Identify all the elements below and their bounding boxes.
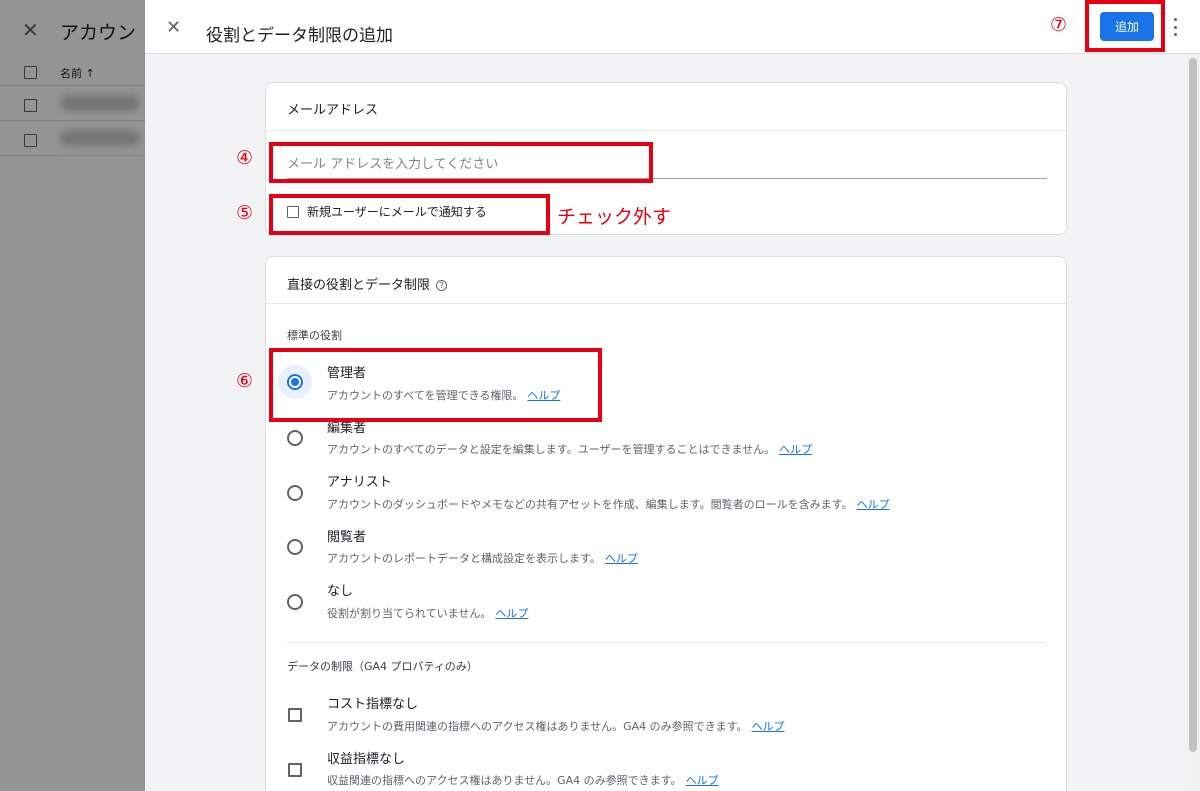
dialog-title: 役割とデータ制限の追加 [206, 26, 393, 46]
help-link[interactable]: ヘルプ [752, 720, 785, 733]
role-radio-viewer[interactable] [287, 539, 303, 555]
role-title: アナリスト [327, 475, 392, 490]
annotation-uncheck-note: チェック外す [557, 206, 672, 228]
restriction-desc: 収益関連の指標へのアクセス権はありません。GA4 のみ参照できます。 ヘルプ [327, 774, 719, 787]
role-desc: アカウントのダッシュボードやメモなどの共有アセットを作成、編集します。閲覧者のロ… [327, 498, 890, 511]
roles-card-title: 直接の役割とデータ制限? [287, 274, 448, 293]
divider [266, 130, 1066, 131]
role-desc: 役割が割り当てられていません。 ヘルプ [327, 607, 529, 620]
role-desc: アカウントのすべてのデータと設定を編集します。ユーザーを管理することはできません… [327, 443, 813, 456]
help-icon[interactable]: ? [436, 280, 448, 291]
role-desc: アカウントのレポートデータと構成設定を表示します。 ヘルプ [327, 552, 638, 565]
annotation-box-add-button [1085, 0, 1165, 52]
role-radio-analyst[interactable] [287, 485, 303, 501]
restriction-title: コスト指標なし [327, 697, 419, 712]
divider [287, 642, 1046, 643]
annotation-box-email [269, 142, 653, 183]
close-icon[interactable]: ✕ [166, 17, 181, 38]
no-cost-metrics-checkbox[interactable] [288, 708, 302, 722]
scrollbar-thumb[interactable] [1189, 58, 1197, 752]
annotation-box-notify [269, 194, 550, 235]
email-card-title: メールアドレス [287, 103, 379, 118]
roles-card: 直接の役割とデータ制限? 標準の役割 管理者 アカウントのすべてを管理できる権限… [265, 256, 1067, 791]
role-title: 閲覧者 [327, 530, 367, 545]
restriction-title: 収益指標なし [327, 752, 406, 767]
data-restrictions-label: データの制限（GA4 プロパティのみ） [287, 660, 478, 673]
help-link[interactable]: ヘルプ [779, 443, 812, 456]
help-link[interactable]: ヘルプ [857, 498, 890, 511]
annotation-step4: ④ [236, 147, 254, 169]
annotation-step5: ⑤ [236, 202, 254, 224]
role-radio-editor[interactable] [287, 430, 303, 446]
more-vert-icon[interactable] [1169, 18, 1181, 36]
annotation-box-admin-role [269, 348, 602, 422]
help-link[interactable]: ヘルプ [605, 552, 638, 565]
role-radio-none[interactable] [287, 594, 303, 610]
modal-scrim [0, 0, 145, 791]
no-revenue-metrics-checkbox[interactable] [288, 763, 302, 777]
annotation-step7: ⑦ [1050, 14, 1068, 36]
divider [266, 303, 1066, 304]
help-link[interactable]: ヘルプ [686, 774, 719, 787]
role-title: なし [327, 584, 354, 599]
dialog-header: ✕ 役割とデータ制限の追加 追加 [145, 0, 1200, 54]
annotation-step6: ⑥ [236, 370, 254, 392]
help-link[interactable]: ヘルプ [495, 607, 528, 620]
restriction-desc: アカウントの費用関連の指標へのアクセス権はありません。GA4 のみ参照できます。… [327, 720, 785, 733]
standard-roles-label: 標準の役割 [287, 329, 342, 342]
